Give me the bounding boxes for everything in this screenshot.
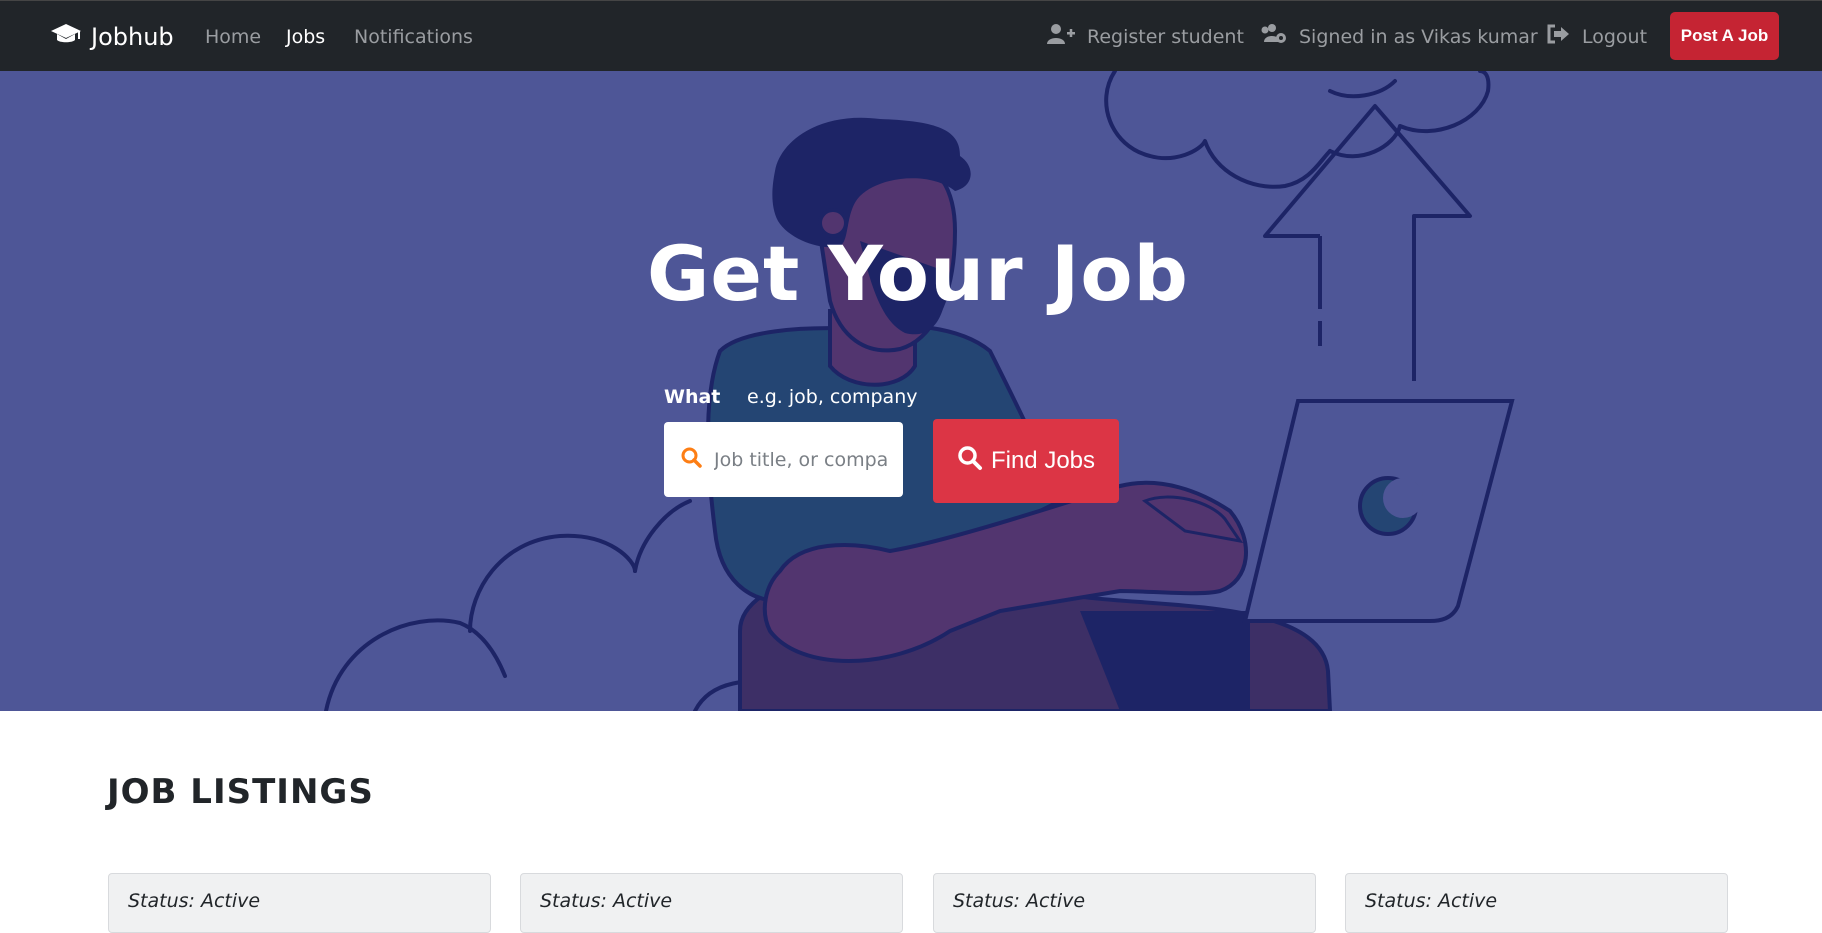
nav-home[interactable]: Home	[205, 1, 261, 72]
nav-notifications[interactable]: Notifications	[354, 1, 473, 72]
job-status: Status: Active	[1365, 890, 1498, 912]
job-card[interactable]: Status: Active	[108, 873, 491, 933]
nav-signed-in[interactable]: Signed in as Vikas kumar	[1259, 1, 1538, 72]
register-student-label: Register student	[1087, 25, 1244, 48]
user-plus-icon	[1047, 23, 1075, 50]
job-card[interactable]: Status: Active	[933, 873, 1316, 933]
brand-name: Jobhub	[91, 22, 174, 51]
search-icon	[681, 447, 702, 472]
search-icon	[957, 445, 983, 478]
navbar: Jobhub Home Jobs Notifications Register …	[0, 0, 1822, 71]
brand-link[interactable]: Jobhub	[50, 1, 174, 72]
users-cog-icon	[1259, 23, 1287, 50]
what-hint: e.g. job, company	[747, 386, 918, 408]
post-job-button[interactable]: Post A Job	[1670, 12, 1779, 60]
job-card[interactable]: Status: Active	[520, 873, 903, 933]
search-box[interactable]	[664, 422, 903, 497]
hero-banner: Get Your Job What e.g. job, company Find…	[0, 71, 1822, 711]
signed-in-label: Signed in as Vikas kumar	[1299, 25, 1538, 48]
job-listings-heading: JOB LISTINGS	[107, 772, 374, 812]
job-card[interactable]: Status: Active	[1345, 873, 1728, 933]
job-status: Status: Active	[128, 890, 261, 912]
what-label: What	[664, 386, 721, 408]
logout-label: Logout	[1582, 25, 1648, 48]
job-status: Status: Active	[540, 890, 673, 912]
find-jobs-button[interactable]: Find Jobs	[933, 419, 1119, 503]
job-status: Status: Active	[953, 890, 1086, 912]
graduation-cap-icon	[50, 22, 82, 52]
nav-jobs[interactable]: Jobs	[286, 1, 325, 72]
job-search-input[interactable]	[712, 447, 891, 472]
find-jobs-label: Find Jobs	[990, 447, 1096, 474]
hero-title: Get Your Job	[647, 229, 1189, 318]
nav-logout[interactable]: Logout	[1546, 1, 1647, 72]
nav-register-student[interactable]: Register student	[1047, 1, 1244, 72]
sign-out-icon	[1546, 24, 1570, 49]
